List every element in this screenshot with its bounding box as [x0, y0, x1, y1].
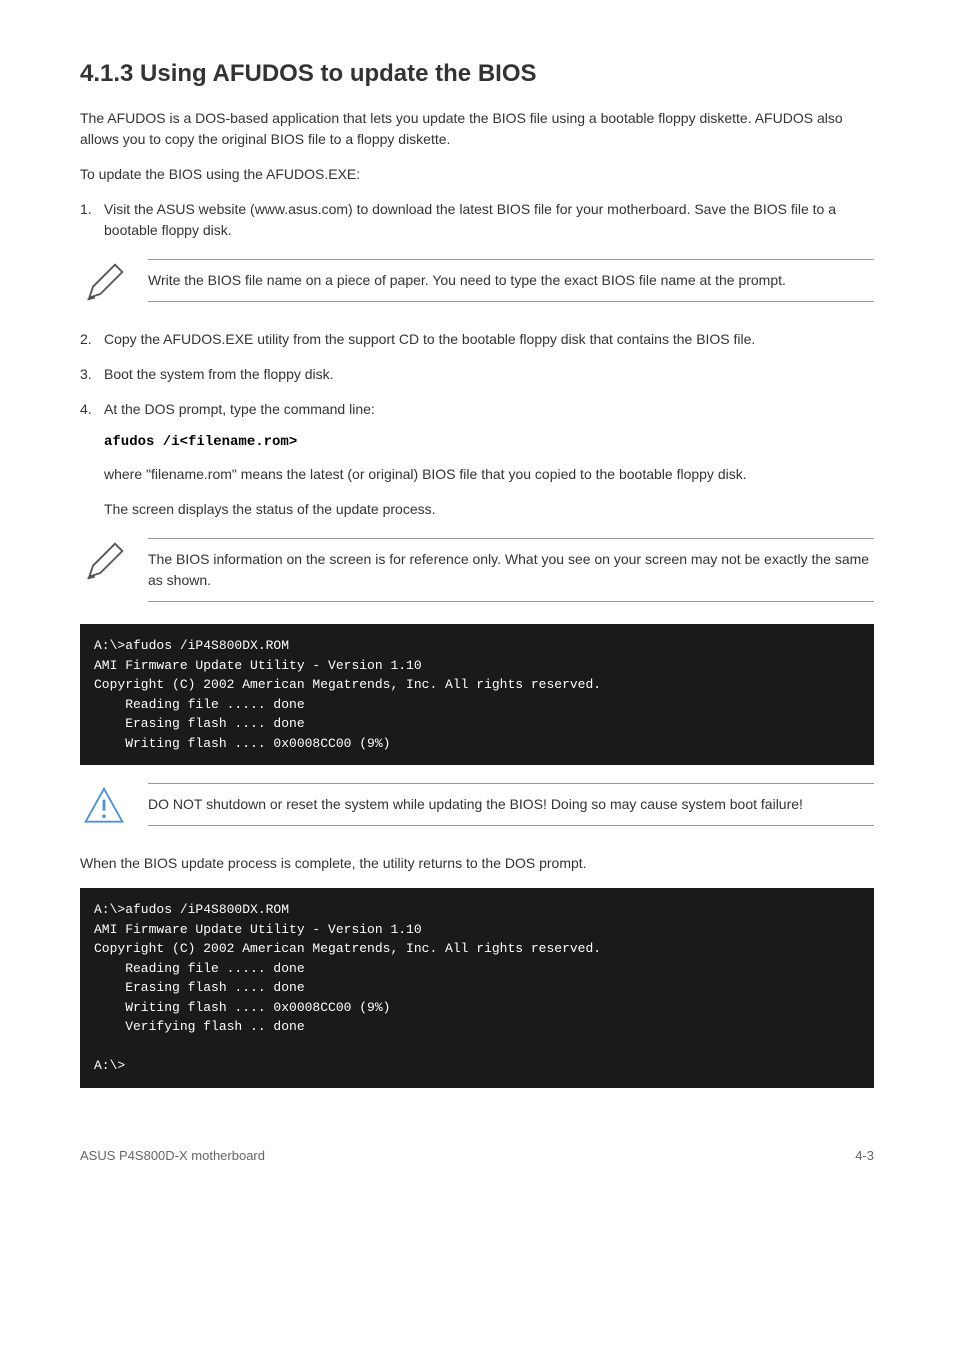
footer-left: ASUS P4S800D-X motherboard — [80, 1148, 265, 1163]
command-desc-b: The screen displays the status of the up… — [80, 499, 874, 520]
terminal-line: Copyright (C) 2002 American Megatrends, … — [94, 675, 860, 695]
command-desc-a: where "filename.rom" means the latest (o… — [80, 464, 874, 485]
terminal-line: Reading file ..... done — [94, 959, 860, 979]
terminal-line: A:\> — [94, 1056, 860, 1076]
step-number: 2. — [80, 329, 92, 350]
step-4: 4. At the DOS prompt, type the command l… — [80, 399, 874, 420]
terminal-line: Verifying flash .. done — [94, 1017, 860, 1037]
terminal-line: Reading file ..... done — [94, 695, 860, 715]
pencil-icon — [80, 538, 128, 586]
terminal-line: Writing flash .... 0x0008CC00 (9%) — [94, 998, 860, 1018]
section-title: 4.1.3 Using AFUDOS to update the BIOS — [80, 60, 874, 88]
footer-right: 4-3 — [855, 1148, 874, 1163]
after-warning: When the BIOS update process is complete… — [80, 853, 874, 874]
note-content: The BIOS information on the screen is fo… — [148, 538, 874, 602]
terminal-line: AMI Firmware Update Utility - Version 1.… — [94, 656, 860, 676]
terminal-line: Erasing flash .... done — [94, 714, 860, 734]
terminal-output-2: A:\>afudos /iP4S800DX.ROMAMI Firmware Up… — [80, 888, 874, 1088]
warning-block: DO NOT shutdown or reset the system whil… — [80, 783, 874, 831]
terminal-line: Erasing flash .... done — [94, 978, 860, 998]
step-2: 2. Copy the AFUDOS.EXE utility from the … — [80, 329, 874, 350]
warning-icon — [80, 783, 128, 831]
step-1: 1. Visit the ASUS website (www.asus.com)… — [80, 199, 874, 241]
step-3: 3. Boot the system from the floppy disk. — [80, 364, 874, 385]
step-text: At the DOS prompt, type the command line… — [104, 401, 375, 417]
step-number: 3. — [80, 364, 92, 385]
step-number: 1. — [80, 199, 92, 220]
step-text: Visit the ASUS website (www.asus.com) to… — [104, 201, 836, 238]
step-number: 4. — [80, 399, 92, 420]
note-block-1: Write the BIOS file name on a piece of p… — [80, 259, 874, 307]
terminal-line: AMI Firmware Update Utility - Version 1.… — [94, 920, 860, 940]
step-text: Boot the system from the floppy disk. — [104, 366, 334, 382]
terminal-line: Writing flash .... 0x0008CC00 (9%) — [94, 734, 860, 754]
pencil-icon — [80, 259, 128, 307]
step-text: Copy the AFUDOS.EXE utility from the sup… — [104, 331, 755, 347]
terminal-output-1: A:\>afudos /iP4S800DX.ROMAMI Firmware Up… — [80, 624, 874, 765]
note-block-2: The BIOS information on the screen is fo… — [80, 538, 874, 602]
intro-text: The AFUDOS is a DOS-based application th… — [80, 108, 874, 150]
warning-content: DO NOT shutdown or reset the system whil… — [148, 783, 874, 826]
update-instruction: To update the BIOS using the AFUDOS.EXE: — [80, 164, 874, 185]
page-footer: ASUS P4S800D-X motherboard 4-3 — [80, 1148, 874, 1163]
terminal-line: A:\>afudos /iP4S800DX.ROM — [94, 636, 860, 656]
command-line: afudos /i<filename.rom> — [80, 434, 874, 450]
terminal-line: A:\>afudos /iP4S800DX.ROM — [94, 900, 860, 920]
terminal-line: Copyright (C) 2002 American Megatrends, … — [94, 939, 860, 959]
note-content: Write the BIOS file name on a piece of p… — [148, 259, 874, 302]
